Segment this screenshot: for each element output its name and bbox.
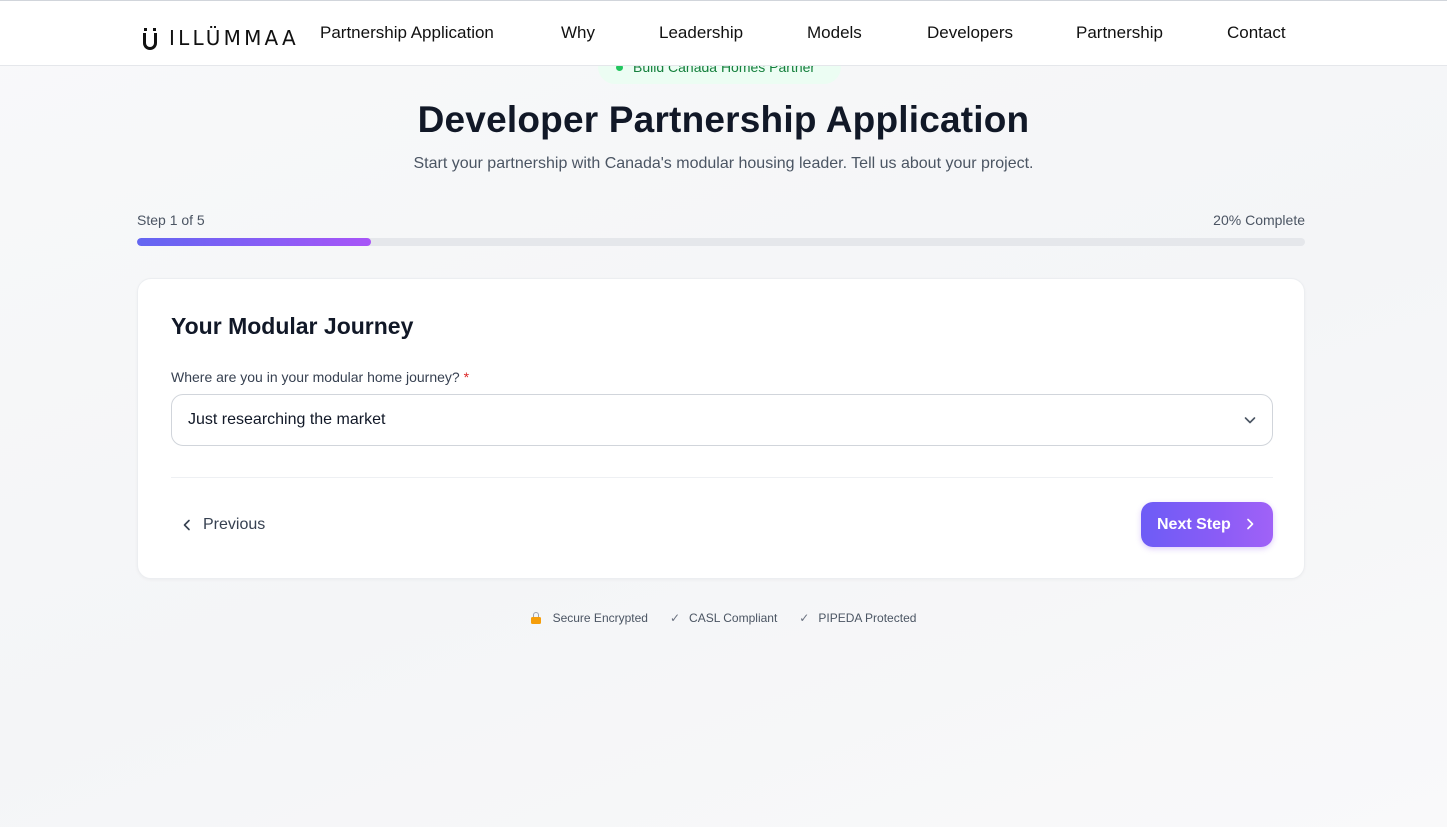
nav-models[interactable]: Models: [807, 23, 862, 43]
percent-complete: 20% Complete: [1213, 212, 1305, 228]
next-step-button[interactable]: Next Step: [1141, 502, 1273, 547]
trust-secure: Secure Encrypted: [530, 611, 648, 625]
previous-button-label: Previous: [203, 516, 266, 533]
nav-partnership[interactable]: Partnership: [1076, 23, 1163, 43]
chevron-down-icon: [1244, 417, 1256, 424]
step-indicator: Step 1 of 5: [137, 212, 205, 228]
form-divider: [171, 477, 1273, 478]
progress-bar-fill: [137, 238, 371, 246]
brand-logo[interactable]: ILLÜMMAA: [143, 20, 299, 50]
trust-indicators: Secure Encrypted ✓ CASL Compliant ✓ PIPE…: [0, 611, 1447, 625]
section-title: Your Modular Journey: [171, 313, 414, 339]
nav-partnership-application[interactable]: Partnership Application: [320, 23, 494, 43]
next-step-button-label: Next Step: [1157, 515, 1231, 533]
check-icon: ✓: [799, 611, 810, 625]
check-icon: ✓: [669, 611, 681, 625]
journey-label-text: Where are you in your modular home journ…: [171, 369, 460, 385]
brand-logo-text: ILLÜMMAA: [169, 26, 299, 50]
page-subtitle: Start your partnership with Canada's mod…: [413, 155, 1034, 172]
site-header: ILLÜMMAA Partnership Application Why Lea…: [0, 0, 1447, 66]
journey-select[interactable]: Just researching the market: [171, 394, 1273, 446]
lock-icon: [530, 612, 541, 624]
nav-why[interactable]: Why: [561, 23, 595, 43]
form-card: Your Modular Journey Where are you in yo…: [137, 278, 1305, 579]
trust-pipeda-label: PIPEDA Protected: [818, 611, 917, 625]
journey-field-label: Where are you in your modular home journ…: [171, 369, 469, 385]
nav-developers[interactable]: Developers: [927, 23, 1013, 43]
nav-leadership[interactable]: Leadership: [659, 23, 743, 43]
progress-bar: [137, 238, 1305, 246]
nav-contact[interactable]: Contact: [1227, 23, 1286, 43]
trust-secure-label: Secure Encrypted: [552, 611, 648, 625]
required-marker: *: [463, 369, 470, 385]
trust-pipeda: ✓ PIPEDA Protected: [799, 611, 916, 625]
page-title: Developer Partnership Application: [417, 99, 1030, 140]
previous-button[interactable]: Previous: [181, 503, 291, 547]
trust-casl: ✓ CASL Compliant: [670, 611, 777, 625]
illummaa-u-logo-icon: [143, 28, 159, 50]
journey-select-value: Just researching the market: [188, 411, 386, 428]
trust-casl-label: CASL Compliant: [689, 611, 778, 625]
chevron-left-icon: [183, 519, 190, 531]
chevron-right-icon: [1247, 518, 1254, 530]
